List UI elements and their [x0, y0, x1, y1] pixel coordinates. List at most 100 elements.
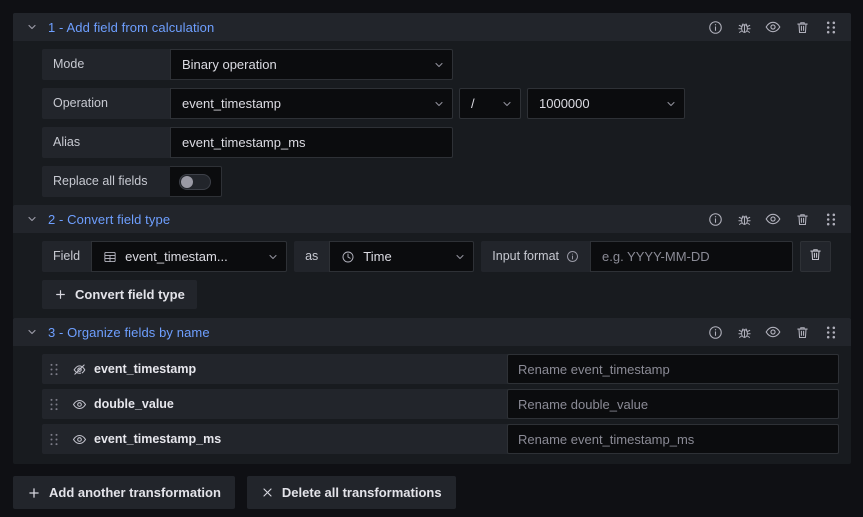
info-circle-icon[interactable] [707, 19, 723, 35]
add-another-transformation-label: Add another transformation [49, 485, 221, 500]
organize-field-rename-placeholder: Rename event_timestamp [518, 361, 670, 377]
drag-handle-icon[interactable] [823, 211, 839, 227]
add-another-transformation-button[interactable]: Add another transformation [13, 476, 235, 509]
chevron-down-icon[interactable] [25, 20, 39, 34]
input-format-label: Input format [492, 249, 559, 263]
toggle-track [179, 173, 211, 190]
mode-row: Mode Binary operation [42, 49, 851, 80]
transformation-2-body: Field event_timestam... as Time Input fo… [13, 233, 851, 319]
drag-handle-icon[interactable] [42, 433, 66, 446]
bug-icon[interactable] [736, 19, 752, 35]
input-format-placeholder: e.g. YYYY-MM-DD [602, 249, 710, 264]
convert-field-value: event_timestam... [125, 249, 228, 264]
field-label: Field [42, 241, 92, 272]
organize-field-rename-placeholder: Rename double_value [518, 396, 649, 412]
chevron-down-icon [423, 98, 445, 110]
add-convert-field-type-button[interactable]: Convert field type [42, 280, 197, 309]
transformation-card-2: 2 - Convert field type Field event_times… [13, 205, 851, 319]
eye-slash-icon[interactable] [66, 362, 92, 377]
info-circle-icon[interactable] [566, 250, 579, 263]
chevron-down-icon [423, 59, 445, 71]
operation-right-value: 1000000 [539, 96, 590, 111]
alias-label: Alias [42, 127, 170, 158]
remove-convert-row-button[interactable] [800, 241, 831, 272]
trash-icon[interactable] [794, 324, 810, 340]
transformation-3-title: 3 - Organize fields by name [48, 324, 210, 340]
info-circle-icon[interactable] [707, 211, 723, 227]
organize-field-name: double_value [94, 397, 174, 411]
table-icon [103, 250, 117, 264]
convert-field-type-row: Field event_timestam... as Time Input fo… [42, 241, 851, 272]
alias-input[interactable]: event_timestamp_ms [170, 127, 453, 158]
organize-field-row[interactable]: event_timestamp Rename event_timestamp [42, 354, 839, 384]
convert-type-select[interactable]: Time [329, 241, 475, 272]
transformation-3-actions [707, 324, 843, 340]
chevron-down-icon [491, 98, 513, 110]
replace-all-fields-row: Replace all fields [42, 166, 851, 197]
as-label: as [294, 241, 330, 272]
close-icon [261, 486, 274, 499]
transformation-2-header[interactable]: 2 - Convert field type [13, 205, 851, 233]
toggle-knob [181, 175, 193, 188]
trash-icon [808, 247, 823, 267]
add-convert-field-type-label: Convert field type [75, 287, 185, 302]
replace-all-fields-toggle[interactable] [170, 166, 222, 197]
transformation-1-title: 1 - Add field from calculation [48, 19, 215, 35]
transformation-3-body: event_timestamp Rename event_timestamp d… [13, 346, 851, 464]
eye-icon[interactable] [765, 211, 781, 227]
transformation-1-body: Mode Binary operation Operation event_ti… [13, 41, 851, 207]
transformation-2-actions [707, 211, 843, 227]
eye-icon[interactable] [765, 324, 781, 340]
transformation-card-3: 3 - Organize fields by name event_timest… [13, 318, 851, 464]
chevron-down-icon[interactable] [25, 212, 39, 226]
drag-handle-icon[interactable] [42, 363, 66, 376]
chevron-down-icon [655, 98, 677, 110]
trash-icon[interactable] [794, 211, 810, 227]
input-format-input[interactable]: e.g. YYYY-MM-DD [590, 241, 793, 272]
clock-icon [341, 250, 355, 264]
convert-type-value: Time [363, 249, 392, 264]
chevron-down-icon [444, 251, 466, 263]
organize-field-row[interactable]: event_timestamp_ms Rename event_timestam… [42, 424, 839, 454]
organize-field-rename-input[interactable]: Rename event_timestamp [507, 354, 839, 384]
organize-field-rename-placeholder: Rename event_timestamp_ms [518, 431, 695, 447]
organize-field-rename-input[interactable]: Rename double_value [507, 389, 839, 419]
alias-row: Alias event_timestamp_ms [42, 127, 851, 158]
alias-input-value: event_timestamp_ms [182, 135, 306, 150]
transformation-3-header[interactable]: 3 - Organize fields by name [13, 318, 851, 346]
replace-all-fields-label: Replace all fields [42, 166, 170, 197]
drag-handle-icon[interactable] [42, 398, 66, 411]
transformations-editor: 1 - Add field from calculation Mode Bina… [0, 0, 863, 517]
eye-icon[interactable] [765, 19, 781, 35]
eye-icon[interactable] [66, 397, 92, 412]
bug-icon[interactable] [736, 324, 752, 340]
delete-all-transformations-label: Delete all transformations [281, 485, 442, 500]
mode-select[interactable]: Binary operation [170, 49, 453, 80]
plus-icon [54, 288, 67, 301]
organize-field-name: event_timestamp_ms [94, 432, 222, 446]
organize-field-rename-input[interactable]: Rename event_timestamp_ms [507, 424, 839, 454]
operation-row: Operation event_timestamp / 1000000 [42, 88, 851, 119]
chevron-down-icon[interactable] [25, 325, 39, 339]
transformation-card-1: 1 - Add field from calculation Mode Bina… [13, 13, 851, 207]
operation-operator-select[interactable]: / [459, 88, 521, 119]
delete-all-transformations-button[interactable]: Delete all transformations [246, 476, 456, 509]
operation-right-select[interactable]: 1000000 [527, 88, 685, 119]
drag-handle-icon[interactable] [823, 324, 839, 340]
add-convert-field-type-wrapper: Convert field type [42, 280, 851, 309]
organize-field-name: event_timestamp [94, 362, 197, 376]
operation-left-value: event_timestamp [182, 96, 281, 111]
operation-left-select[interactable]: event_timestamp [170, 88, 453, 119]
info-circle-icon[interactable] [707, 324, 723, 340]
mode-label: Mode [42, 49, 170, 80]
organize-field-row[interactable]: double_value Rename double_value [42, 389, 839, 419]
mode-select-value: Binary operation [182, 57, 277, 72]
transformation-1-actions [707, 19, 843, 35]
bug-icon[interactable] [736, 211, 752, 227]
transformation-1-header[interactable]: 1 - Add field from calculation [13, 13, 851, 41]
convert-field-select[interactable]: event_timestam... [91, 241, 288, 272]
chevron-down-icon [257, 251, 279, 263]
eye-icon[interactable] [66, 432, 92, 447]
trash-icon[interactable] [794, 19, 810, 35]
drag-handle-icon[interactable] [823, 19, 839, 35]
